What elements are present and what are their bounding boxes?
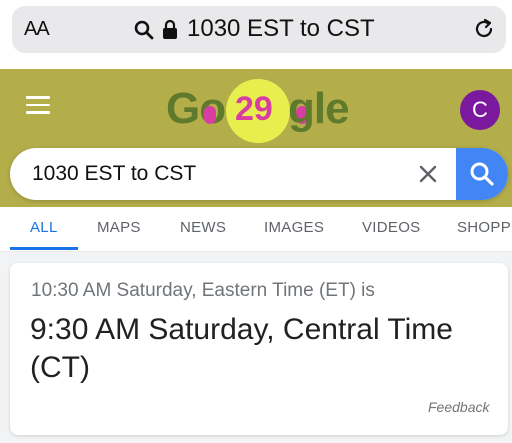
tab-news[interactable]: NEWS — [180, 219, 226, 236]
url-text[interactable]: 1030 EST to CST — [187, 15, 375, 43]
doodle-text-left: Go — [166, 84, 226, 133]
google-doodle[interactable]: Go 29 gle — [160, 76, 360, 144]
search-icon — [134, 20, 154, 40]
active-tab-indicator — [10, 247, 78, 250]
doodle-mark — [204, 106, 216, 124]
account-avatar[interactable]: C — [460, 90, 500, 130]
search-input[interactable]: 1030 EST to CST — [32, 162, 196, 186]
search-box[interactable]: 1030 EST to CST — [10, 148, 508, 200]
tab-maps[interactable]: MAPS — [97, 219, 141, 236]
tab-shopping[interactable]: SHOPPI — [457, 219, 512, 236]
conversion-question: 10:30 AM Saturday, Eastern Time (ET) is — [31, 280, 375, 301]
browser-toolbar: AA 1030 EST to CST — [0, 0, 512, 69]
conversion-answer: 9:30 AM Saturday, Central Time (CT) — [30, 313, 453, 384]
reload-icon[interactable] — [472, 17, 496, 41]
time-conversion-card: 10:30 AM Saturday, Eastern Time (ET) is … — [10, 263, 508, 435]
tab-all[interactable]: ALL — [30, 219, 58, 236]
tab-images[interactable]: IMAGES — [264, 219, 324, 236]
clear-icon[interactable] — [418, 164, 438, 184]
text-size-button[interactable]: AA — [24, 18, 50, 41]
tab-videos[interactable]: VIDEOS — [362, 219, 420, 236]
doodle-text-right: gle — [288, 84, 350, 133]
lock-icon — [163, 19, 177, 39]
feedback-link[interactable]: Feedback — [428, 399, 489, 415]
text-size-label: AA — [24, 18, 50, 40]
search-button[interactable] — [456, 148, 508, 200]
search-tabs: ALL MAPS NEWS IMAGES VIDEOS SHOPPI — [0, 207, 512, 252]
menu-icon[interactable] — [26, 96, 50, 114]
doodle-number: 29 — [235, 90, 273, 128]
address-bar[interactable]: AA 1030 EST to CST — [12, 6, 506, 53]
search-icon — [470, 162, 494, 186]
results-area: 10:30 AM Saturday, Eastern Time (ET) is … — [0, 252, 512, 443]
